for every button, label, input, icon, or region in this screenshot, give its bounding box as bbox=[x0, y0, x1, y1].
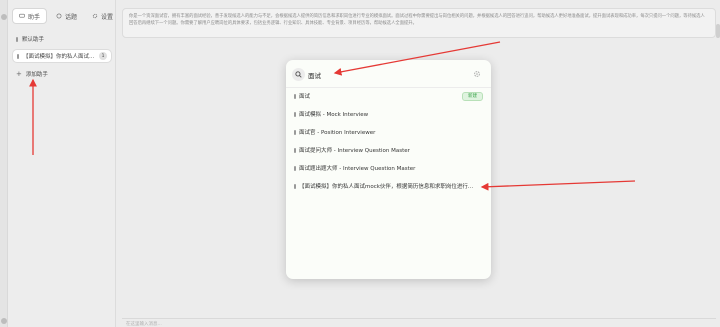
result-item[interactable]: 面试题出题大师 - Interview Question Master bbox=[294, 161, 483, 175]
topic-icon bbox=[56, 13, 62, 19]
app-logo-icon[interactable] bbox=[1, 14, 7, 20]
settings-icon[interactable] bbox=[1, 318, 7, 324]
result-icon bbox=[294, 165, 296, 171]
sidebar: 助手 话题 设置 默认助手 【面试模拟】你的私人面试... 1 + 添加助手 bbox=[8, 0, 116, 327]
topic-count-badge: 1 bbox=[99, 52, 107, 60]
result-label: 面试题出题大师 - Interview Question Master bbox=[299, 166, 416, 172]
add-assistant-button[interactable]: + 添加助手 bbox=[12, 67, 52, 81]
result-label: 面试 bbox=[299, 94, 311, 100]
tab-assistants[interactable]: 助手 bbox=[12, 8, 48, 24]
result-label: 【面试模拟】你的私人面试mock伙伴，根据简历信息和求职岗位进行... bbox=[299, 184, 474, 190]
app-rail bbox=[0, 0, 8, 327]
result-icon bbox=[294, 111, 296, 117]
search-bar bbox=[286, 60, 491, 88]
assistant-icon bbox=[17, 53, 19, 59]
new-badge[interactable]: 新建 bbox=[462, 91, 483, 101]
search-assistant-modal: 面试 新建 面试模拟 - Mock Interview 面试官 - Positi… bbox=[286, 60, 491, 279]
result-item[interactable]: 面试提问大师 - Interview Question Master bbox=[294, 143, 483, 157]
sidebar-item-label: 默认助手 bbox=[22, 37, 45, 43]
sidebar-tabs: 助手 话题 设置 bbox=[8, 0, 115, 24]
result-item[interactable]: 面试官 - Position Interviewer bbox=[294, 125, 483, 139]
result-icon bbox=[294, 129, 296, 135]
tab-label: 设置 bbox=[101, 13, 114, 21]
result-item[interactable]: 面试模拟 - Mock Interview bbox=[294, 107, 483, 121]
chat-icon bbox=[19, 13, 25, 18]
search-button[interactable] bbox=[292, 68, 305, 81]
result-label: 面试官 - Position Interviewer bbox=[299, 130, 376, 136]
search-icon bbox=[295, 71, 302, 78]
tab-label: 话题 bbox=[65, 13, 78, 21]
sidebar-item-label: 添加助手 bbox=[25, 72, 48, 78]
result-item[interactable]: 【面试模拟】你的私人面试mock伙伴，根据简历信息和求职岗位进行... bbox=[294, 179, 483, 193]
plus-icon: + bbox=[16, 70, 22, 78]
result-label: 面试模拟 - Mock Interview bbox=[299, 112, 369, 118]
tab-label: 助手 bbox=[28, 13, 41, 21]
result-item[interactable]: 面试 新建 bbox=[294, 89, 483, 103]
result-label: 面试提问大师 - Interview Question Master bbox=[299, 148, 410, 154]
gear-icon[interactable] bbox=[473, 70, 481, 78]
scrollbar[interactable] bbox=[716, 24, 720, 38]
result-icon bbox=[294, 93, 296, 99]
search-input[interactable] bbox=[308, 69, 458, 80]
sidebar-item-default-assistant[interactable]: 默认助手 bbox=[12, 32, 48, 46]
message-input[interactable]: 在这里输入消息... bbox=[122, 318, 716, 327]
assistant-prompt: 你是一个资深面试官，拥有丰富的面试经验，善于发现候选人的能力与不足，会根据候选人… bbox=[122, 8, 716, 38]
sidebar-item-mock-interview[interactable]: 【面试模拟】你的私人面试... 1 bbox=[12, 49, 112, 63]
result-icon bbox=[294, 183, 296, 189]
gear-icon bbox=[92, 13, 98, 19]
tab-topics[interactable]: 话题 bbox=[50, 8, 83, 24]
tab-settings[interactable]: 设置 bbox=[86, 8, 119, 24]
assistant-icon bbox=[16, 36, 18, 42]
sidebar-item-label: 【面试模拟】你的私人面试... bbox=[23, 54, 95, 60]
result-icon bbox=[294, 147, 296, 153]
